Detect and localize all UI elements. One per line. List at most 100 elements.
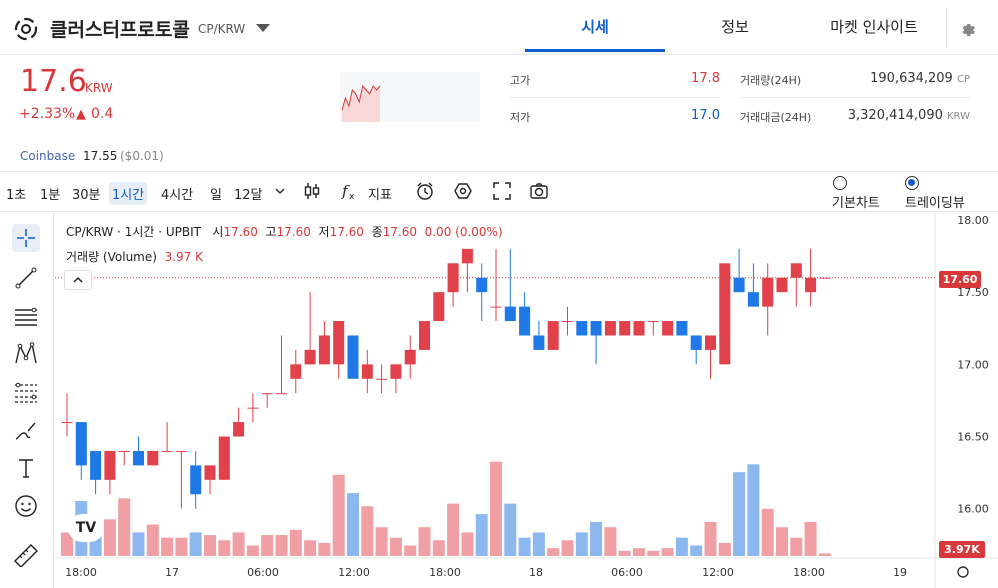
pattern-tool[interactable] [12, 340, 40, 368]
legend-low-label: 저 [318, 225, 330, 239]
amount-24h-value: 3,320,414,090 KRW [800, 108, 970, 123]
tab-info[interactable]: 정보 [665, 0, 805, 52]
last-price-badge: 17.60 [939, 271, 981, 288]
volume-bar [776, 527, 788, 556]
candle-body [261, 393, 273, 395]
interval-1d[interactable]: 일 [210, 184, 222, 203]
time-tick-label: 06:00 [611, 566, 643, 579]
interval-1m[interactable]: 1분 [40, 184, 60, 203]
candle-body [790, 263, 802, 278]
camera-icon[interactable] [529, 181, 549, 201]
candle-body [233, 422, 245, 437]
tab-market-insight[interactable]: 마켓 인사이트 [806, 0, 942, 52]
basic-chart-label[interactable]: 기본차트 [832, 192, 880, 211]
radio-tradingview[interactable] [905, 176, 919, 190]
volume-bar [675, 537, 688, 556]
candle-body [190, 465, 202, 495]
fib-tool[interactable] [12, 378, 40, 406]
volume-bar [790, 537, 803, 556]
alert-clock-icon[interactable] [415, 181, 435, 201]
candle-body [90, 450, 102, 480]
gear-icon[interactable] [958, 19, 976, 37]
candle-body [647, 321, 659, 323]
trend-line-tool[interactable] [12, 264, 40, 292]
text-tool[interactable] [12, 454, 40, 482]
volume-24h-number: 190,634,209 [870, 71, 953, 86]
interval-1h[interactable]: 1시간 [109, 182, 148, 205]
pair-dropdown-icon[interactable] [256, 24, 270, 32]
brush-icon [15, 422, 36, 440]
tab-quote[interactable]: 시세 [525, 0, 665, 52]
legend-volume-label: 거래량 (Volume) [66, 250, 157, 264]
legend-close-label: 종 [371, 225, 383, 239]
candle-body [376, 378, 388, 380]
candle-body [676, 321, 688, 336]
high-value: 17.8 [691, 71, 720, 86]
time-tick-label: 18:00 [793, 566, 825, 579]
horizontal-lines-tool[interactable] [12, 303, 40, 331]
candle-body [404, 349, 416, 365]
collapse-legend-button[interactable] [64, 270, 92, 290]
candle-body [633, 321, 645, 336]
volume-bar [704, 521, 717, 556]
coinbase-price: 17.55 [83, 149, 118, 163]
volume-bar [733, 472, 746, 556]
stat-divider [510, 97, 720, 98]
top-bar: 클러스터프로토콜 CP/KRW 시세 정보 마켓 인사이트 [0, 0, 998, 55]
settings-hex-icon[interactable] [453, 181, 473, 201]
chevron-up-icon [73, 276, 83, 283]
ruler-icon [14, 544, 38, 567]
candle-body [819, 277, 831, 279]
fullscreen-icon[interactable] [492, 181, 512, 201]
volume-24h-unit: CP [956, 74, 970, 85]
interval-1s[interactable]: 1초 [6, 184, 26, 203]
amount-24h-number: 3,320,414,090 [847, 108, 943, 123]
time-tick-label: 12:00 [702, 566, 734, 579]
candle-body [762, 277, 774, 307]
interval-30m[interactable]: 30분 [72, 184, 101, 203]
volume-bar [246, 545, 259, 556]
candle-body [504, 306, 516, 322]
volume-legend: 거래량 (Volume) 3.97 K [66, 248, 203, 265]
candle-body [333, 321, 345, 365]
candlestick-type-icon[interactable] [302, 181, 322, 201]
volume-bar [561, 540, 574, 556]
candle-body [147, 450, 159, 466]
candle-body [361, 364, 373, 379]
brush-tool[interactable] [12, 418, 40, 446]
svg-text:x: x [349, 192, 355, 201]
volume-bar [418, 527, 431, 556]
candle-body [133, 450, 144, 466]
volume-bar [590, 521, 603, 556]
volume-bar [604, 527, 617, 556]
candle-body [490, 306, 502, 308]
volume-bar [132, 532, 145, 556]
candle-body [118, 450, 130, 452]
volume-bar [318, 542, 331, 556]
candle-body [519, 306, 531, 336]
coin-logo-icon [14, 17, 38, 41]
candle-body [433, 292, 445, 322]
candle-body [247, 407, 259, 409]
emoji-tool[interactable] [12, 492, 40, 520]
candle-body [604, 321, 616, 336]
ruler-tool[interactable] [12, 541, 40, 569]
tradingview-label[interactable]: 트레이딩뷰 [905, 192, 965, 211]
indicator-fx-icon[interactable]: fx [340, 181, 360, 201]
candle-body [75, 422, 87, 466]
candle-body [547, 321, 559, 350]
candle-body [590, 321, 602, 336]
crosshair-tool[interactable] [12, 224, 40, 252]
stat-divider [740, 97, 970, 98]
interval-4h[interactable]: 4시간 [161, 184, 193, 203]
chevron-down-icon[interactable] [272, 183, 288, 199]
volume-bar [289, 529, 302, 556]
indicator-button[interactable]: 지표 [368, 184, 392, 203]
volume-bar [118, 498, 131, 556]
coin-pair: CP/KRW [198, 22, 246, 36]
radio-basic-chart[interactable] [833, 176, 847, 190]
candlestick-chart[interactable]: 18.00 17.50 17.00 16.50 16.00 18:00 17 06:00 12:… [55, 212, 998, 588]
volume-24h-value: 190,634,209 CP [830, 71, 970, 86]
interval-12mo[interactable]: 12달 [234, 184, 263, 203]
candle-body [619, 321, 631, 336]
